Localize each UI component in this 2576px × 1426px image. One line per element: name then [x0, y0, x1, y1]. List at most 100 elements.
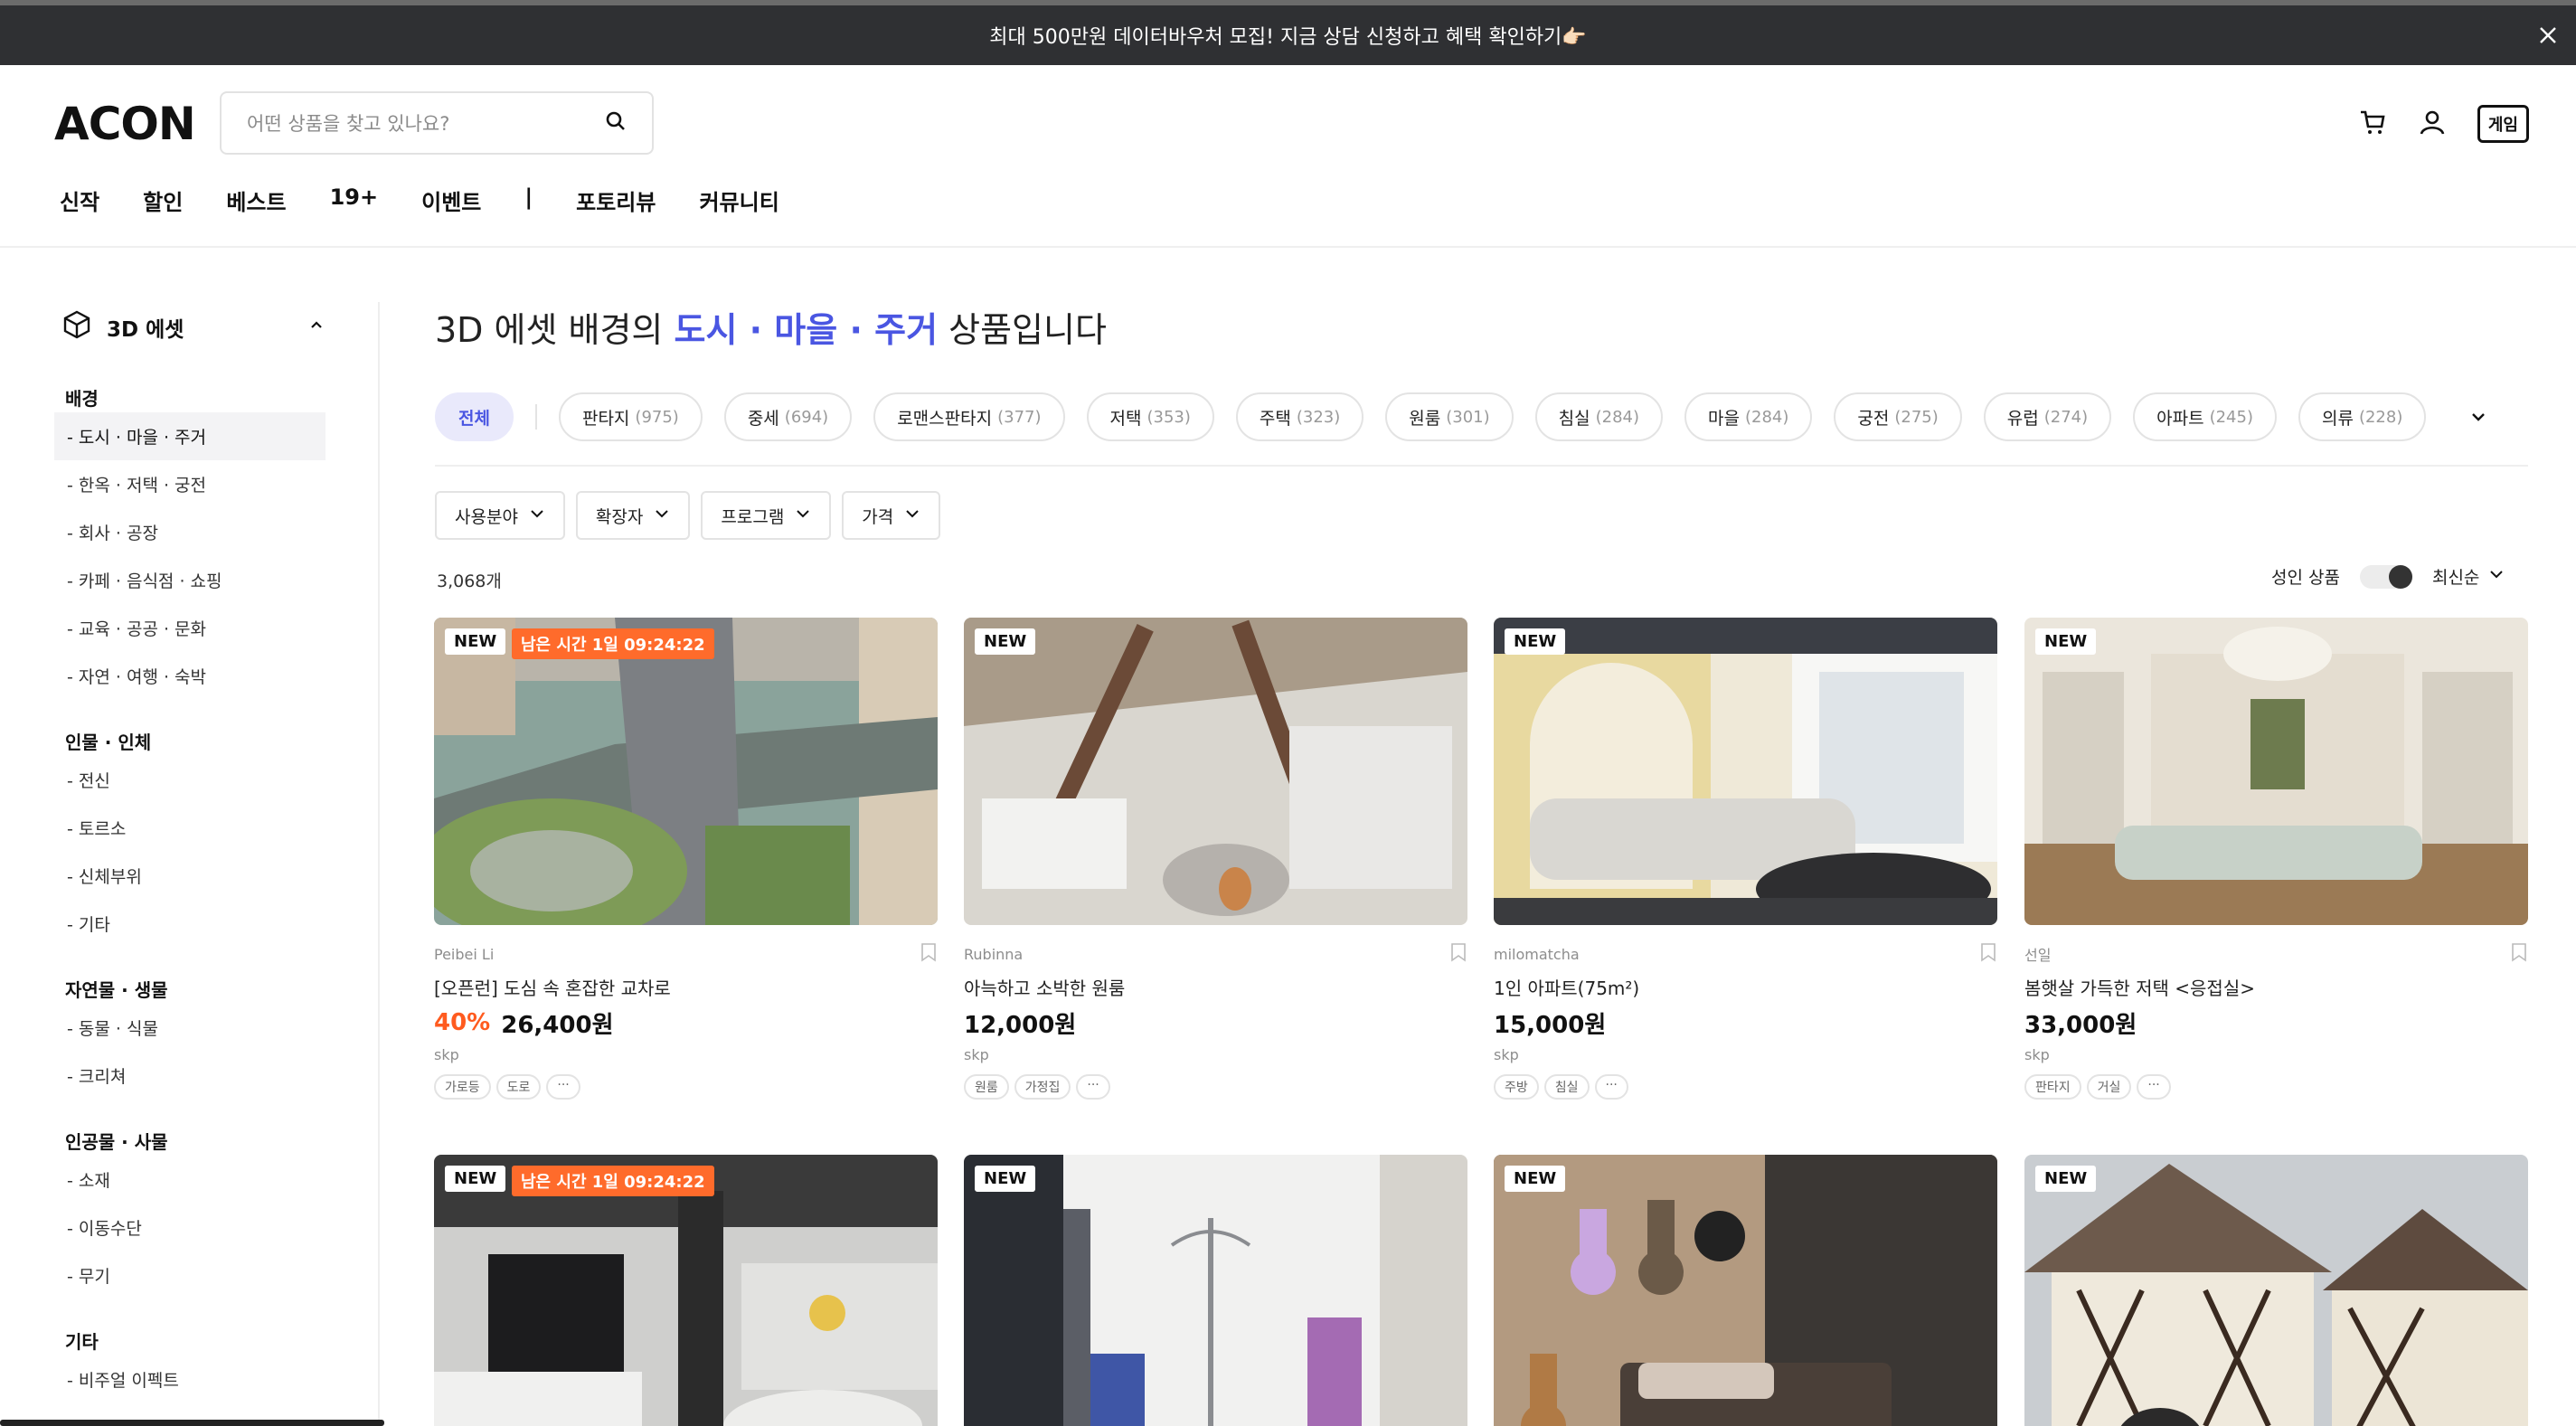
product-tag[interactable]: 침실 [1543, 1074, 1590, 1100]
close-icon[interactable] [2533, 20, 2563, 51]
sidebar-item-mansion[interactable]: - 한옥 · 저택 · 궁전 [54, 460, 326, 508]
sidebar-item-animals[interactable]: - 동물 · 식물 [54, 1004, 326, 1052]
more-tags[interactable]: ··· [1594, 1074, 1628, 1100]
more-tags[interactable]: ··· [546, 1074, 580, 1100]
sidebar-item-nature[interactable]: - 자연 · 여행 · 숙박 [54, 652, 326, 700]
more-tags[interactable]: ··· [2137, 1074, 2171, 1100]
sidebar-group-people[interactable]: 인물 · 인체 [54, 725, 326, 756]
more-tags[interactable]: ··· [1076, 1074, 1110, 1100]
search-icon[interactable] [605, 110, 627, 136]
nav-item-community[interactable]: 커뮤니티 [699, 184, 778, 216]
chip-europe[interactable]: 유럽 (274) [1983, 392, 2112, 441]
nav-item-best[interactable]: 베스트 [226, 184, 286, 216]
product-thumbnail[interactable]: NEW [964, 618, 1467, 925]
sidebar-item-bodypart[interactable]: - 신체부위 [54, 852, 326, 900]
product-card[interactable]: NEW [964, 1155, 1467, 1426]
product-author[interactable]: milomatcha [1494, 946, 1580, 963]
filter-program[interactable]: 프로그램 [701, 491, 832, 540]
sidebar-group-creatures[interactable]: 자연물 · 생물 [54, 973, 326, 1004]
product-card[interactable]: NEW Rubinna 아늑하고 소박한 원룸 12,000원 skp 원룸 가정… [964, 618, 1467, 1100]
product-card[interactable]: NEW [2024, 1155, 2528, 1426]
chip-apartment[interactable]: 아파트 (245) [2133, 392, 2277, 441]
sidebar-item-people-etc[interactable]: - 기타 [54, 900, 326, 948]
chip-romance-fantasy[interactable]: 로맨스판타지 (377) [873, 392, 1065, 441]
search-input[interactable]: 어떤 상품을 찾고 있나요? [247, 109, 605, 137]
sidebar-item-office[interactable]: - 회사 · 공장 [54, 508, 326, 556]
product-tag[interactable]: 가정집 [1014, 1074, 1071, 1100]
filter-extension[interactable]: 확장자 [575, 491, 691, 540]
product-card[interactable]: NEW milomatcha 1인 아파트(75m²) 15,000원 skp … [1494, 618, 1997, 1100]
sidebar-item-vehicle[interactable]: - 이동수단 [54, 1204, 326, 1251]
chip-mansion[interactable]: 저택 (353) [1086, 392, 1214, 441]
product-card[interactable]: NEW 남은 시간 1일 09:24:22 [434, 1155, 938, 1426]
product-tag[interactable]: 원룸 [964, 1074, 1009, 1100]
sidebar-group-etc[interactable]: 기타 [54, 1325, 326, 1355]
bookmark-icon[interactable] [2510, 942, 2528, 966]
sidebar-group-objects[interactable]: 인공물 · 사물 [54, 1125, 326, 1156]
cart-icon[interactable] [2358, 108, 2387, 140]
nav-item-photo-review[interactable]: 포토리뷰 [576, 184, 656, 216]
filter-price[interactable]: 가격 [842, 491, 941, 540]
adult-toggle[interactable] [2359, 564, 2412, 589]
nav-item-sale[interactable]: 할인 [143, 184, 183, 216]
chip-village[interactable]: 마을 (284) [1684, 392, 1813, 441]
product-tag[interactable]: 주방 [1494, 1074, 1539, 1100]
nav-item-new[interactable]: 신작 [60, 184, 99, 216]
user-icon[interactable] [2418, 108, 2447, 140]
filter-usage[interactable]: 사용분야 [435, 491, 565, 540]
sidebar-item-city[interactable]: - 도시 · 마을 · 주거 [54, 412, 326, 460]
product-author[interactable]: Rubinna [964, 946, 1023, 963]
sidebar-item-cafe[interactable]: - 카페 · 음식점 · 쇼핑 [54, 556, 326, 604]
chip-palace[interactable]: 궁전 (275) [1834, 392, 1962, 441]
product-card[interactable]: NEW 남은 시간 1일 09:24:22 Peibei Li [오픈런] 도심… [434, 618, 938, 1100]
product-thumbnail[interactable]: NEW [2024, 618, 2528, 925]
chip-clothing[interactable]: 의류 (228) [2298, 392, 2427, 441]
product-tag[interactable]: 가로등 [434, 1074, 491, 1100]
product-thumbnail[interactable]: NEW 남은 시간 1일 09:24:22 [434, 1155, 938, 1426]
product-title[interactable]: 아늑하고 소박한 원룸 [964, 974, 1467, 999]
product-tag[interactable]: 거실 [2086, 1074, 2132, 1100]
sort-dropdown[interactable]: 최신순 [2432, 564, 2505, 589]
product-tag[interactable]: 판타지 [2024, 1074, 2081, 1100]
sidebar-group-background[interactable]: 배경 [54, 382, 326, 412]
category-toggle[interactable]: 3D 에셋 [54, 298, 326, 356]
sidebar-item-creature[interactable]: - 크리쳐 [54, 1052, 326, 1100]
product-title[interactable]: [오픈런] 도심 속 혼잡한 교차로 [434, 974, 938, 999]
product-author[interactable]: Peibei Li [434, 946, 494, 963]
search-box[interactable]: 어떤 상품을 찾고 있나요? [220, 91, 654, 155]
acon-logo[interactable]: ACON [54, 98, 196, 150]
sidebar-item-fullbody[interactable]: - 전신 [54, 756, 326, 804]
chevron-up-icon[interactable] [307, 316, 326, 339]
product-title[interactable]: 봄햇살 가득한 저택 <응접실> [2024, 974, 2528, 999]
chevron-down-icon[interactable] [2463, 401, 2494, 432]
chip-bedroom[interactable]: 침실 (284) [1534, 392, 1663, 441]
sidebar-item-weapon[interactable]: - 무기 [54, 1251, 326, 1299]
chip-medieval[interactable]: 중세 (694) [723, 392, 853, 441]
chip-house[interactable]: 주택 (323) [1235, 392, 1364, 441]
promo-banner[interactable]: 최대 500만원 데이터바우처 모집! 지금 상담 신청하고 혜택 확인하기👉🏻 [0, 5, 2576, 65]
product-thumbnail[interactable]: NEW 남은 시간 1일 09:24:22 [434, 618, 938, 925]
product-title[interactable]: 1인 아파트(75m²) [1494, 974, 1997, 999]
product-card[interactable]: NEW [1494, 1155, 1997, 1426]
chip-fantasy[interactable]: 판타지 (975) [558, 392, 703, 441]
bookmark-icon[interactable] [1979, 942, 1997, 966]
product-thumbnail[interactable]: NEW [1494, 1155, 1997, 1426]
sidebar-item-torso[interactable]: - 토르소 [54, 804, 326, 852]
product-author[interactable]: 선일 [2024, 943, 2051, 965]
product-card[interactable]: NEW 선일 봄햇살 가득한 저택 <응접실> 33,000원 skp 판타지 거… [2024, 618, 2528, 1100]
chip-all[interactable]: 전체 [435, 392, 514, 441]
sidebar-item-education[interactable]: - 교육 · 공공 · 문화 [54, 604, 326, 652]
nav-item-event[interactable]: 이벤트 [421, 184, 481, 216]
sidebar-item-vfx[interactable]: - 비주얼 이펙트 [54, 1355, 326, 1403]
bookmark-icon[interactable] [920, 942, 938, 966]
product-thumbnail[interactable]: NEW [1494, 618, 1997, 925]
sidebar-item-material[interactable]: - 소재 [54, 1156, 326, 1204]
sidebar-scrollbar[interactable] [0, 1420, 384, 1426]
nav-item-adult[interactable]: 19+ [330, 184, 379, 216]
bookmark-icon[interactable] [1449, 942, 1467, 966]
product-thumbnail[interactable]: NEW [964, 1155, 1467, 1426]
chip-studio[interactable]: 원룸 (301) [1385, 392, 1514, 441]
game-button[interactable]: 게임 [2477, 105, 2529, 143]
product-tag[interactable]: 도로 [495, 1074, 542, 1100]
product-thumbnail[interactable]: NEW [2024, 1155, 2528, 1426]
